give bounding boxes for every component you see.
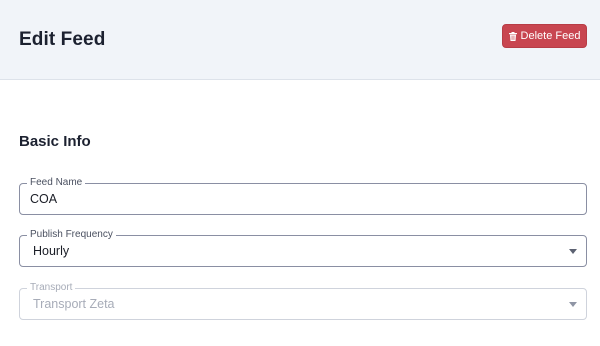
transport-label: Transport — [27, 282, 76, 294]
publish-frequency-value[interactable]: Hourly — [33, 244, 69, 258]
page-title: Edit Feed — [19, 29, 106, 50]
chevron-down-icon — [569, 302, 577, 307]
publish-frequency-select[interactable]: Publish Frequency Hourly — [19, 229, 587, 267]
page-header: Edit Feed Delete Feed — [0, 0, 600, 80]
feed-name-field[interactable]: Feed Name COA — [19, 177, 587, 215]
delete-feed-button[interactable]: Delete Feed — [502, 24, 587, 48]
publish-frequency-label: Publish Frequency — [27, 229, 116, 241]
delete-feed-label: Delete Feed — [520, 30, 581, 42]
feed-name-value[interactable]: COA — [30, 192, 57, 206]
chevron-down-icon[interactable] — [569, 249, 577, 254]
section-title-basic-info: Basic Info — [19, 133, 91, 150]
feed-name-label: Feed Name — [27, 177, 86, 189]
trash-icon — [508, 31, 517, 41]
transport-select: Transport Transport Zeta — [19, 282, 587, 320]
transport-value: Transport Zeta — [33, 297, 115, 311]
